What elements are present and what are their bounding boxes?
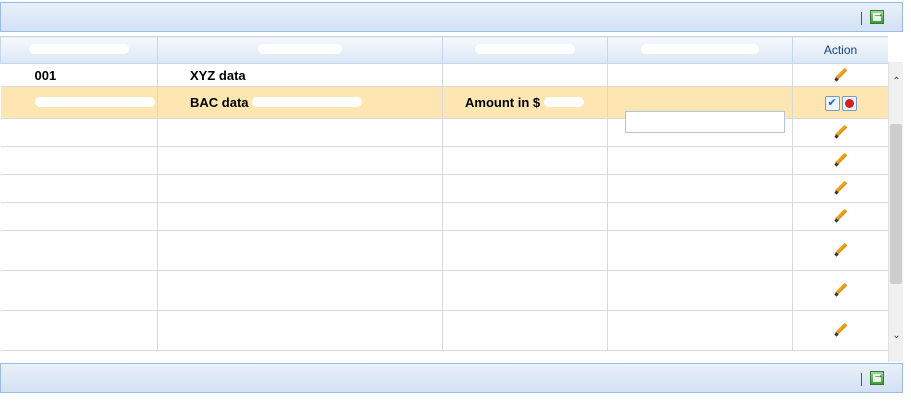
- cancel-icon[interactable]: [841, 95, 857, 111]
- action-cell: [792, 118, 888, 147]
- row-value-cell: [607, 63, 793, 87]
- save-check-icon[interactable]: [824, 95, 840, 111]
- row-name-cell: [157, 118, 443, 147]
- table-row[interactable]: [0, 202, 888, 231]
- row-name-cell: XYZ data: [157, 63, 443, 87]
- row-name-cell: [157, 146, 443, 175]
- edit-pencil-icon[interactable]: [833, 179, 849, 195]
- row-amount-cell: [442, 310, 608, 351]
- action-cell: [792, 310, 888, 351]
- vertical-scrollbar[interactable]: ⌃ ⌄: [888, 62, 903, 362]
- redacted-text: [258, 44, 342, 54]
- table-row[interactable]: [0, 270, 888, 311]
- row-name-cell: [157, 174, 443, 203]
- row-name-cell: BAC data: [157, 86, 443, 119]
- table-row[interactable]: [0, 146, 888, 175]
- edit-pencil-icon[interactable]: [833, 151, 849, 167]
- row-amount-cell: [442, 63, 608, 87]
- redacted-text: [641, 44, 759, 54]
- edit-pencil-icon[interactable]: [833, 207, 849, 223]
- row-name-cell: [157, 202, 443, 231]
- action-cell: [792, 146, 888, 175]
- table-row[interactable]: [0, 174, 888, 203]
- row-name-cell: [157, 310, 443, 351]
- toolbar-separator: [861, 373, 862, 386]
- action-cell: [792, 63, 888, 87]
- row-value-cell: [607, 174, 793, 203]
- column-header[interactable]: [157, 36, 443, 64]
- data-grid: Action 001 XYZ data BAC data Amount in $: [0, 36, 888, 362]
- row-id-cell: [0, 118, 158, 147]
- edit-pencil-icon[interactable]: [833, 66, 849, 82]
- edit-pencil-icon[interactable]: [833, 281, 849, 297]
- export-to-excel-icon[interactable]: [870, 369, 884, 385]
- row-amount-cell: [442, 146, 608, 175]
- table-row[interactable]: [0, 230, 888, 271]
- column-header[interactable]: [0, 36, 158, 64]
- scroll-thumb[interactable]: [890, 124, 902, 284]
- row-amount-cell: [442, 202, 608, 231]
- action-cell: [792, 270, 888, 311]
- redacted-text: [475, 44, 575, 54]
- row-id-cell: [0, 310, 158, 351]
- row-amount-cell: [442, 230, 608, 271]
- scroll-up-icon[interactable]: ⌃: [889, 76, 904, 92]
- row-id-cell: [0, 146, 158, 175]
- row-amount-cell: Amount in $: [442, 86, 608, 119]
- action-cell: [792, 202, 888, 231]
- row-id-cell: 001: [0, 63, 158, 87]
- grid-header-row: Action: [0, 36, 888, 64]
- row-id-cell: [0, 174, 158, 203]
- row-value-cell: [607, 146, 793, 175]
- row-name-cell: [157, 230, 443, 271]
- redacted-text: [252, 97, 363, 107]
- top-toolbar: [0, 2, 903, 32]
- row-amount-cell: [442, 118, 608, 147]
- column-header[interactable]: [607, 36, 793, 64]
- row-name-cell: [157, 270, 443, 311]
- column-header[interactable]: [442, 36, 608, 64]
- export-to-excel-icon[interactable]: [870, 8, 884, 24]
- row-id-cell: [0, 86, 158, 119]
- row-id-cell: [0, 270, 158, 311]
- row-value-cell: [607, 230, 793, 271]
- table-row[interactable]: [0, 310, 888, 351]
- row-amount-cell: [442, 174, 608, 203]
- toolbar-separator: [861, 12, 862, 25]
- redacted-text: [34, 97, 155, 107]
- action-cell: [792, 174, 888, 203]
- edit-pencil-icon[interactable]: [833, 321, 849, 337]
- row-value-cell: [607, 202, 793, 231]
- action-cell: [792, 230, 888, 271]
- column-header-action[interactable]: Action: [792, 36, 888, 64]
- action-cell: [792, 86, 888, 119]
- row-value-cell: [607, 270, 793, 311]
- row-id-cell: [0, 202, 158, 231]
- edit-pencil-icon[interactable]: [833, 123, 849, 139]
- redacted-text: [543, 97, 584, 107]
- amount-edit-input[interactable]: [625, 111, 785, 133]
- table-row[interactable]: 001 XYZ data: [0, 63, 888, 87]
- edit-pencil-icon[interactable]: [833, 241, 849, 257]
- scroll-down-icon[interactable]: ⌄: [889, 330, 904, 346]
- redacted-text: [29, 44, 129, 54]
- row-value-cell: [607, 310, 793, 351]
- row-amount-cell: [442, 270, 608, 311]
- row-id-cell: [0, 230, 158, 271]
- bottom-toolbar: [0, 363, 903, 393]
